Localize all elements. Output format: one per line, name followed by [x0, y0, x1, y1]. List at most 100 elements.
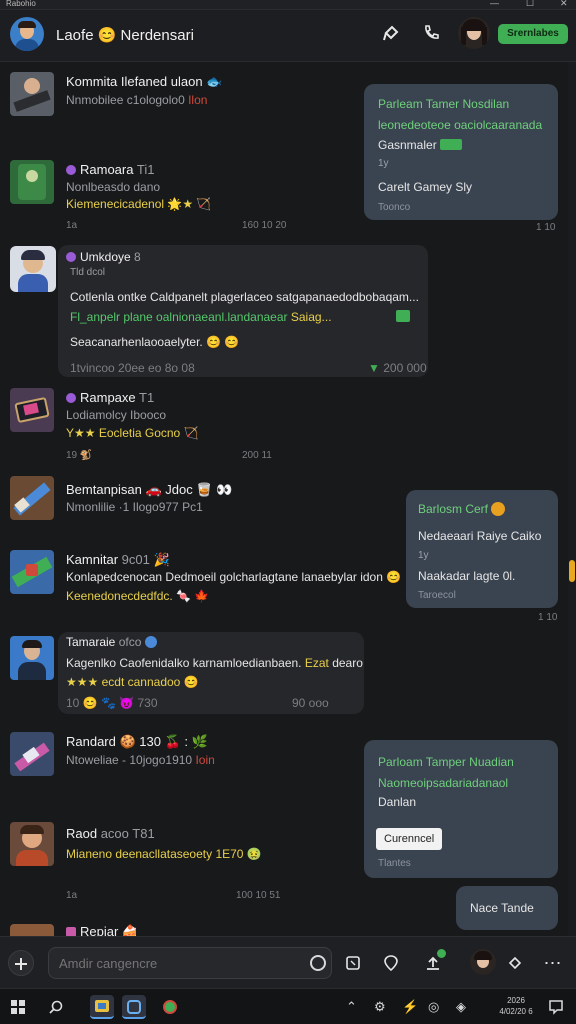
post-thumbnail [10, 924, 54, 936]
card-meta-left: 1tvincoo 20ee eo 8o 08 [70, 361, 195, 375]
message-card[interactable]: Umkdoye 8 Tld dcol Cotlenla ontke Caldpa… [58, 245, 428, 377]
square-icon[interactable] [340, 950, 366, 976]
verified-icon [66, 165, 76, 175]
verified-icon [66, 252, 76, 262]
post-meta-right: 100 10 51 [236, 890, 281, 901]
notifications-icon[interactable] [544, 995, 568, 1019]
card-subtitle: Tld dcol [70, 267, 106, 278]
card-author: Tamaraie ofco [66, 635, 157, 649]
post-author: Kamnitar 9c01 🎉 [66, 552, 170, 567]
message-feed: Kommita Ilefaned ulaon 🐟 Nnmobilee c1olo… [0, 62, 568, 936]
card-text-line: ★★★ ecdt cannadoo 😊 [66, 675, 199, 689]
attachment-icon[interactable] [440, 139, 463, 150]
card-meta-left: 10 😊 🐾 😈 730 [66, 696, 158, 710]
bubble-text-line: Naakadar lagte 0l. [418, 569, 516, 583]
bubble-text-line: 1y [418, 550, 429, 561]
post-meta: Nnmobilee c1ologolo0 Ilon [66, 93, 208, 107]
more-icon[interactable]: ⋯ [540, 950, 566, 976]
card-text-line: Fl_anpelr plane oalnionaeanl.landanaear … [70, 310, 332, 324]
post-author: Randard 🍪 130 🍒 : 🌿 [66, 734, 208, 749]
search-icon[interactable] [44, 995, 68, 1019]
verified-icon [66, 393, 76, 403]
clock-date: 4/02/20 6 [499, 1007, 533, 1016]
taskbar-app-icon[interactable] [90, 995, 114, 1019]
post-thumbnail [10, 246, 56, 292]
post-text: Konlapedcenocan Dedmoeil golcharlagtane … [66, 570, 402, 584]
post-meta-left: 19 🐒 [66, 450, 93, 461]
phone-icon[interactable] [420, 24, 442, 46]
bubble-text-line: leonedeoteoe oaciolcaaranada [378, 118, 543, 132]
post-text: Mianeno deenacllataseoety 1E70 🤢 [66, 847, 262, 861]
bubble-text-line: Parleam Tamer Nosdilan [378, 97, 510, 111]
status-badge[interactable]: Srernlabes [498, 24, 568, 44]
composer-bar: ⋯ [0, 936, 576, 988]
network-icon[interactable]: ⚡ [402, 999, 418, 1015]
maximize-button[interactable]: ☐ [526, 0, 534, 9]
post-author: Ramoara Ti1 [66, 162, 154, 177]
post-meta: Ntoweliae - 10jogo1910 Ioin [66, 753, 215, 767]
message-card[interactable]: Tamaraie ofco Kagenlko Caofenidalko karn… [58, 632, 364, 714]
post-author: Rampaxe T1 [66, 390, 154, 405]
bubble-timestamp: 1 10 [536, 222, 556, 233]
plus-icon[interactable] [8, 950, 34, 976]
messenger-app-icon[interactable] [122, 995, 146, 1019]
tag-icon[interactable] [502, 950, 528, 976]
post-meta-right: 160 10 20 [242, 220, 287, 231]
browser-app-icon[interactable] [158, 995, 182, 1019]
bubble-timestamp: 1 10 [538, 612, 558, 623]
scrollbar-thumb[interactable] [569, 560, 575, 582]
post-text: Keenedonecdedfdc. 🍬 🍁 [66, 589, 210, 603]
post-meta-left: 1a [66, 220, 78, 231]
notification-dot [437, 949, 446, 958]
close-button[interactable]: ✕ [560, 0, 568, 9]
chat-header: Laofe 😊 Nerdensari Srernlabes [0, 10, 576, 62]
chat-title: Laofe 😊 Nerdensari [56, 27, 194, 44]
outgoing-message-bubble[interactable]: Parleam Tamer Nosdilan leonedeoteoe oaci… [364, 84, 558, 220]
bubble-text-line: Naomeoipsadariadanaol [378, 776, 509, 790]
avatar[interactable] [470, 949, 496, 975]
system-clock[interactable]: 2026 4/02/20 6 [496, 995, 536, 1017]
bubble-text-line: Carelt Gamey Sly [378, 180, 473, 194]
attachment-icon[interactable] [396, 310, 410, 322]
card-text-line: Seacanarhenlaooaelyter. 😊 😊 [70, 335, 240, 349]
bubble-text-line: Parloam Tamper Nuadian [378, 755, 514, 769]
outgoing-message-bubble[interactable]: Nace Tande [456, 886, 558, 930]
bubble-text-line: Danlan [378, 795, 417, 809]
my-avatar[interactable] [10, 17, 44, 51]
post-author: Raod acoo T81 [66, 826, 155, 841]
post-thumbnail [10, 550, 54, 594]
post-thumbnail [10, 72, 54, 116]
card-meta-right: 90 ooo [292, 696, 329, 710]
contact-avatar[interactable] [458, 17, 490, 49]
message-input[interactable] [48, 947, 332, 979]
card-text-line: Kagenlko Caofenidalko karnamloedianbaen.… [66, 656, 363, 670]
tag-icon [66, 927, 76, 936]
post-thumbnail [10, 732, 54, 776]
minimize-button[interactable]: — [490, 0, 499, 8]
post-thumbnail [10, 636, 54, 680]
bubble-text-line: Gasnmaler [378, 138, 463, 152]
bubble-text-line: Tlantes [378, 858, 411, 869]
pin-icon[interactable] [380, 24, 402, 46]
bubble-text-line: Toonco [378, 202, 411, 213]
tray-icon[interactable]: ⚙ [374, 999, 386, 1015]
location-icon[interactable] [378, 950, 404, 976]
bubble-chip[interactable]: Curenncel [376, 828, 443, 850]
post-thumbnail [10, 160, 54, 204]
outgoing-message-bubble[interactable]: Parloam Tamper Nuadian Naomeoipsadariada… [364, 740, 558, 878]
feed-scrollbar[interactable] [568, 62, 576, 936]
card-text-line: Cotlenla ontke Caldpanelt plagerlaceo sa… [70, 290, 419, 304]
post-subtitle: Nonlbeasdo dano [66, 180, 161, 194]
outgoing-message-bubble[interactable]: Barlosm Cerf Nedaeaari Raiye Caiko 1y Na… [406, 490, 558, 608]
bubble-text-line: Taroecol [418, 590, 456, 601]
window-title-bar: Rabohio — ☐ ✕ [0, 0, 576, 10]
chevron-up-icon[interactable]: ⌃ [346, 999, 357, 1015]
volume-icon[interactable]: ◎ [428, 999, 439, 1015]
post-subtitle: Lodiamolcy Ibooco [66, 408, 167, 422]
os-taskbar: ⌃ ⚙ ⚡ ◎ ◈ 2026 4/02/20 6 [0, 988, 576, 1024]
clock-time: 2026 [507, 996, 525, 1005]
bubble-text-line: Nedaeaari Raiye Caiko [418, 529, 542, 543]
start-icon[interactable] [6, 995, 30, 1019]
refresh-icon[interactable] [310, 955, 326, 971]
shield-icon[interactable]: ◈ [456, 999, 466, 1015]
